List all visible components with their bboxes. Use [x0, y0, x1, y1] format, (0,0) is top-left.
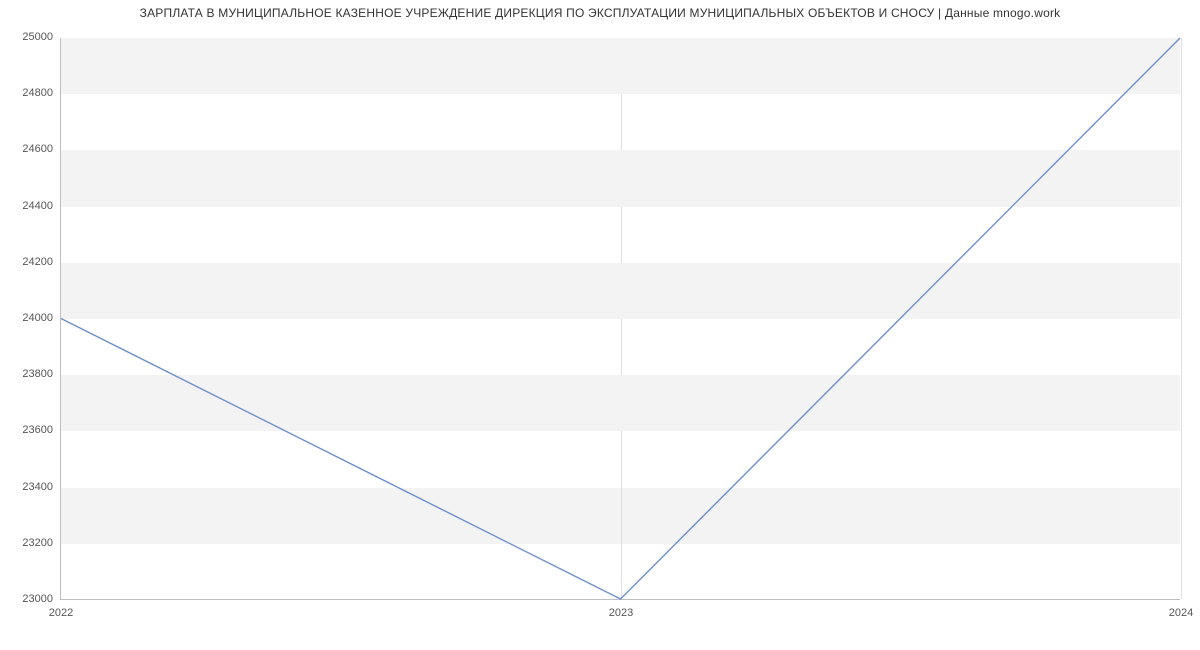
y-tick-label: 23000 — [22, 593, 61, 605]
line-path — [61, 38, 1180, 599]
chart-title: ЗАРПЛАТА В МУНИЦИПАЛЬНОЕ КАЗЕННОЕ УЧРЕЖД… — [0, 6, 1200, 20]
plot-area: 2300023200234002360023800240002420024400… — [60, 38, 1180, 600]
y-tick-label: 24600 — [22, 143, 61, 155]
y-tick-label: 24200 — [22, 256, 61, 268]
y-tick-label: 23800 — [22, 368, 61, 380]
chart-container: ЗАРПЛАТА В МУНИЦИПАЛЬНОЕ КАЗЕННОЕ УЧРЕЖД… — [0, 0, 1200, 650]
x-tick-label: 2023 — [609, 607, 633, 619]
y-tick-label: 24000 — [22, 312, 61, 324]
grid-vertical — [1181, 38, 1182, 599]
x-tick-label: 2022 — [49, 607, 73, 619]
y-tick-label: 23400 — [22, 481, 61, 493]
line-series — [61, 38, 1180, 599]
y-tick-label: 23200 — [22, 537, 61, 549]
y-tick-label: 24800 — [22, 87, 61, 99]
y-tick-label: 23600 — [22, 424, 61, 436]
x-tick-label: 2024 — [1169, 607, 1193, 619]
y-tick-label: 25000 — [22, 31, 61, 43]
y-tick-label: 24400 — [22, 200, 61, 212]
